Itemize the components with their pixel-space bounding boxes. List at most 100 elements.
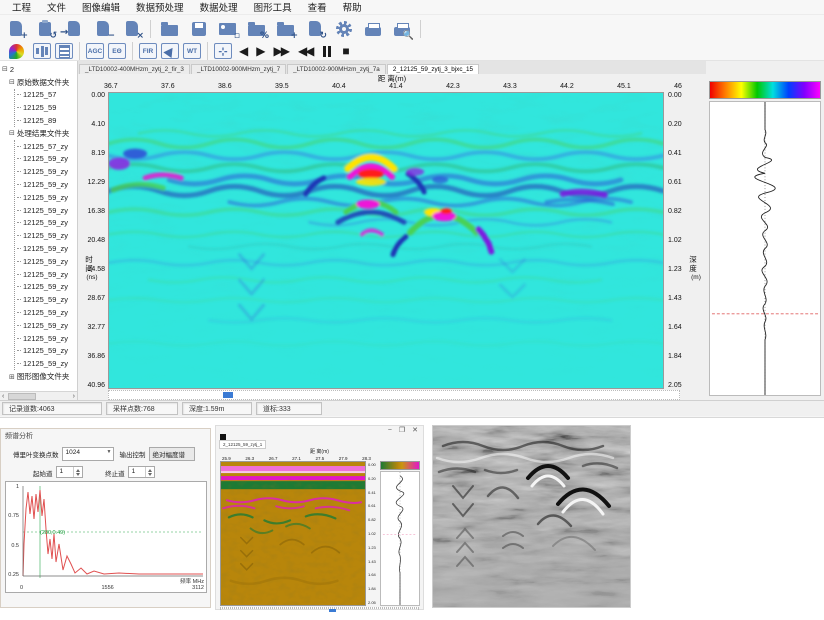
menu-item[interactable]: 图形工具 xyxy=(246,0,300,14)
collapse-icon[interactable]: ⊟ xyxy=(9,78,15,86)
brush-icon[interactable] xyxy=(161,43,179,59)
tree-item[interactable]: 12125_59 xyxy=(17,101,77,114)
start-trace-stepper[interactable]: 1 xyxy=(56,466,84,478)
save-image-icon[interactable]: ▫ xyxy=(215,17,240,40)
tab-file-4-active[interactable]: 2_12125_59_zytj_3_bjxc_15 xyxy=(387,64,479,75)
y-tick-label: 0.25 xyxy=(7,572,19,578)
print-preview-icon[interactable]: 🔍 xyxy=(389,17,414,40)
tab-file-active[interactable]: 2_12125_59_zytj_1 xyxy=(219,440,266,449)
tree-item[interactable]: 12125_59_zy xyxy=(17,191,77,204)
output-control-field[interactable]: 绝对幅度谱 xyxy=(149,447,195,461)
gear-icon[interactable] xyxy=(331,17,356,40)
rewind-icon[interactable]: ◀◀ xyxy=(295,44,315,58)
scroll-thumb[interactable] xyxy=(329,609,336,612)
fft-points-select[interactable]: 1024 ▼ xyxy=(62,447,114,461)
collapse-icon[interactable]: ⊟ xyxy=(2,65,8,73)
wavelet-icon[interactable]: WT xyxy=(183,43,201,59)
tree-horizontal-scrollbar[interactable]: ‹ › xyxy=(0,391,77,400)
tree-item[interactable]: 12125_59_zy xyxy=(17,153,77,166)
radargram-canvas[interactable] xyxy=(108,92,664,389)
menu-item[interactable]: 文件 xyxy=(39,0,74,14)
agc-icon[interactable]: AGC xyxy=(86,43,104,59)
gain-radargram-canvas[interactable] xyxy=(220,461,366,606)
tree-item[interactable]: 12125_59_zy xyxy=(17,229,77,242)
tree-item[interactable]: 12125_59_zy xyxy=(17,217,77,230)
minimize-button[interactable]: − xyxy=(388,427,392,434)
depth-axis: 0.000.200.410.610.821.021.231.431.641.84… xyxy=(664,92,706,389)
step-back-icon[interactable]: ◀ xyxy=(236,44,249,58)
delete-file-icon[interactable]: × xyxy=(119,17,144,40)
import-icon[interactable]: → xyxy=(61,17,86,40)
stepper-arrows-icon[interactable] xyxy=(145,467,154,477)
tree-item[interactable]: 12125_59_zy xyxy=(17,319,77,332)
collapse-icon[interactable]: ⊞ xyxy=(9,373,15,381)
collapse-icon[interactable]: ⊟ xyxy=(9,129,15,137)
tree-item[interactable]: 12125_59_zy xyxy=(17,268,77,281)
menu-item[interactable]: 工程 xyxy=(4,0,39,14)
scroll-left-arrow[interactable]: ‹ xyxy=(0,393,6,400)
tree-folder-results[interactable]: ⊟ 处理结果文件夹 xyxy=(2,127,77,140)
palette-icon[interactable] xyxy=(4,40,29,63)
end-trace-stepper[interactable]: 1 xyxy=(128,466,156,478)
folder-label: 处理结果文件夹 xyxy=(17,128,70,139)
restore-button[interactable]: ❐ xyxy=(399,426,405,434)
tree-item[interactable]: 12125_59_zy xyxy=(17,255,77,268)
tree-item[interactable]: 12125_59_zy xyxy=(17,204,77,217)
trace-panel xyxy=(706,61,824,400)
stepper-arrows-icon[interactable] xyxy=(73,467,82,477)
scroll-thumb[interactable] xyxy=(8,393,36,400)
tree-item[interactable]: 12125_89 xyxy=(17,114,77,127)
menu-item[interactable]: 数据预处理 xyxy=(128,0,192,14)
tree-folder-raw[interactable]: ⊟ 原始数据文件夹 xyxy=(2,76,77,89)
tree-item[interactable]: 12125_59_zy xyxy=(17,178,77,191)
plot-horizontal-scrollbar[interactable] xyxy=(108,390,680,400)
tree-folder-images[interactable]: ⊞ 图形图像文件夹 xyxy=(2,370,77,383)
tab-file-3[interactable]: _LTD10002-900MHzm_zytj_7a xyxy=(287,64,386,75)
fast-forward-icon[interactable]: ▶▶ xyxy=(270,44,290,58)
menu-item[interactable]: 数据处理 xyxy=(192,0,246,14)
tree-item[interactable]: 12125_59_zy xyxy=(17,357,77,370)
close-button[interactable]: ✕ xyxy=(412,426,418,434)
print-icon[interactable] xyxy=(360,17,385,40)
tree-item[interactable]: 12125_59_zy xyxy=(17,332,77,345)
radargram-view: _LTD10002-400MHzm_zytj_2_fir_3 _LTD10002… xyxy=(78,61,706,400)
save-icon[interactable] xyxy=(186,17,211,40)
scroll-thumb[interactable] xyxy=(223,392,233,398)
folder-percent-icon[interactable]: % xyxy=(244,17,269,40)
play-icon[interactable]: ▶ xyxy=(253,44,266,58)
tree-item[interactable]: 12125_57 xyxy=(17,89,77,102)
paste-icon[interactable]: ↺ xyxy=(32,17,57,40)
tree-item[interactable]: 12125_59_zy xyxy=(17,306,77,319)
tree-root[interactable]: ⊟ 2 xyxy=(2,63,77,76)
tree-item[interactable]: 12125_57_zy xyxy=(17,140,77,153)
new-file-icon[interactable]: + xyxy=(3,17,28,40)
scroll-right-arrow[interactable]: › xyxy=(71,393,77,400)
menu-item[interactable]: 查看 xyxy=(300,0,335,14)
pause-icon[interactable] xyxy=(319,46,335,57)
fir-icon[interactable]: FIR xyxy=(139,43,157,59)
tab-file-1[interactable]: _LTD10002-400MHzm_zytj_2_fir_3 xyxy=(79,64,190,75)
list-icon[interactable] xyxy=(55,43,73,59)
tree-item[interactable]: 12125_59_zy xyxy=(17,345,77,358)
x-tick-label: 3112 xyxy=(192,585,204,591)
stop-icon[interactable]: ■ xyxy=(339,44,350,58)
folder-add-icon[interactable]: + xyxy=(273,17,298,40)
remove-file-icon[interactable]: − xyxy=(90,17,115,40)
histogram-icon[interactable] xyxy=(33,43,51,59)
menu-item[interactable]: 帮助 xyxy=(335,0,370,14)
folder-open-icon[interactable] xyxy=(157,17,182,40)
plot-horizontal-scrollbar[interactable] xyxy=(220,607,419,609)
y-tick-label: 0.5 xyxy=(7,543,19,549)
tab-file-2[interactable]: _LTD10002-900MHzm_zytj_7 xyxy=(191,64,286,75)
crosshair-icon[interactable]: ⊹ xyxy=(214,43,232,59)
gain-curve-icon[interactable]: EΘ xyxy=(108,43,126,59)
depth-tick-label: 0.41 xyxy=(368,490,379,495)
tree-item[interactable]: 12125_59_zy xyxy=(17,293,77,306)
menu-item[interactable]: 图像编辑 xyxy=(74,0,128,14)
document-tabbar: _LTD10002-400MHzm_zytj_2_fir_3 _LTD10002… xyxy=(78,61,706,74)
tree-item[interactable]: 12125_59_zy xyxy=(17,242,77,255)
file-refresh-icon[interactable]: ↻ xyxy=(302,17,327,40)
tree-item[interactable]: 12125_59_zy xyxy=(17,281,77,294)
tree-item[interactable]: 12125_59_zy xyxy=(17,165,77,178)
depth-tick-label: 0.82 xyxy=(368,517,379,522)
